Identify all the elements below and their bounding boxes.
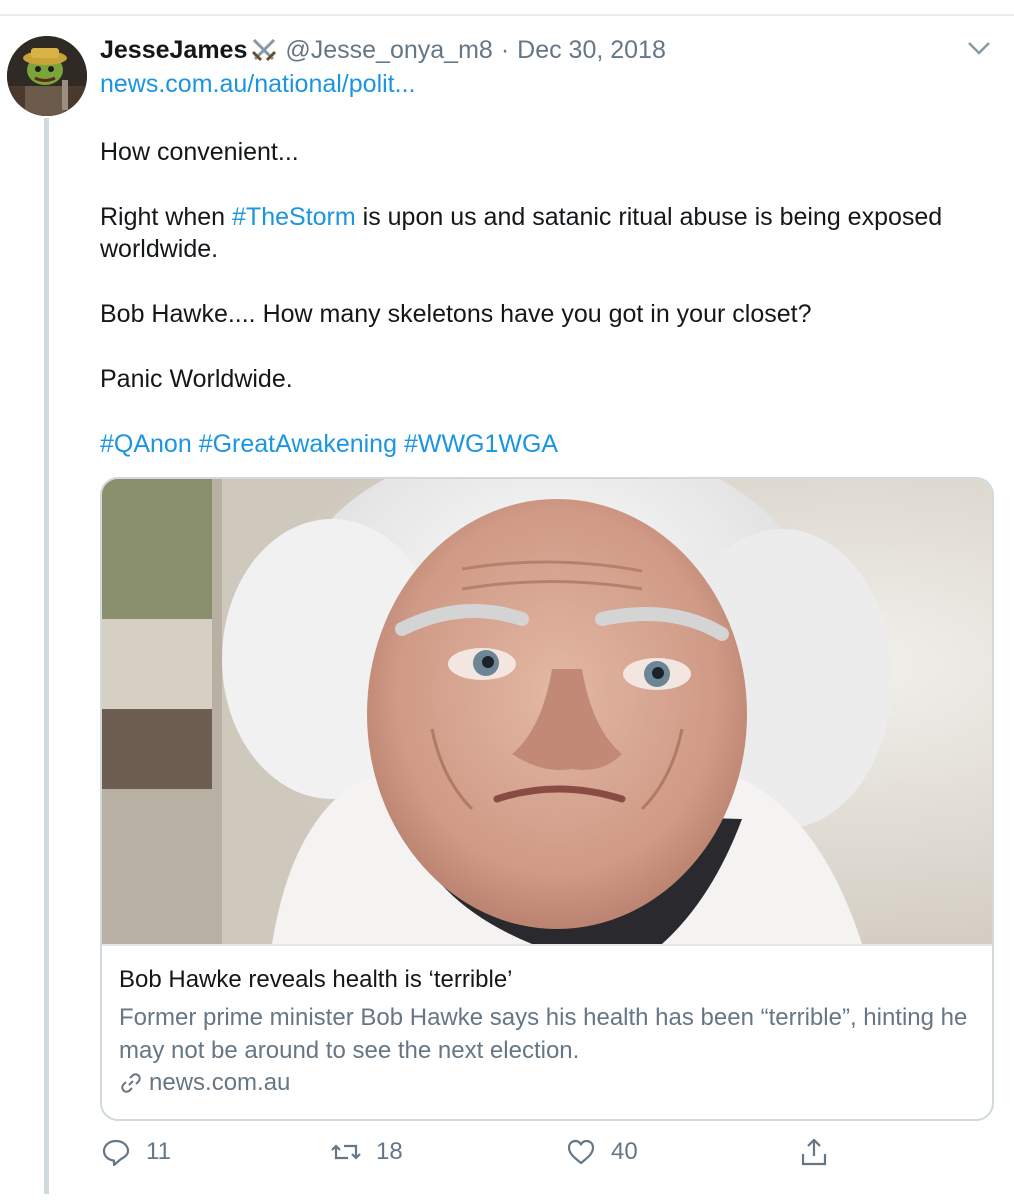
tweet-link[interactable]: news.com.au/national/polit... xyxy=(100,70,415,99)
tweet-body: How convenient... Right when #TheStorm i… xyxy=(100,136,980,493)
hashtag-link[interactable]: #QAnon xyxy=(100,430,192,458)
link-icon xyxy=(121,1073,141,1093)
tweet-paragraph: Bob Hawke.... How many skeletons have yo… xyxy=(100,300,812,328)
display-name[interactable]: JesseJames xyxy=(100,36,247,65)
top-divider xyxy=(0,14,1014,16)
share-icon xyxy=(801,1138,827,1166)
user-handle[interactable]: @Jesse_onya_m8 xyxy=(285,36,492,65)
retweet-icon xyxy=(331,1144,361,1160)
card-domain: news.com.au xyxy=(119,1069,290,1097)
chevron-down-icon[interactable] xyxy=(966,38,992,58)
tweet-header: JesseJames @Jesse_onya_m8 · Dec 30, 2018 xyxy=(100,30,666,70)
tweet-paragraph: How convenient... xyxy=(100,138,299,166)
reply-icon xyxy=(102,1139,130,1167)
avatar[interactable] xyxy=(7,36,87,116)
hashtag-line: #QAnon #GreatAwakening #WWG1WGA xyxy=(100,428,980,460)
hashtag-link[interactable]: #WWG1WGA xyxy=(404,430,558,458)
thread-line xyxy=(44,118,49,1194)
crossed-swords-icon xyxy=(252,38,277,62)
link-card[interactable]: Bob Hawke reveals health is ‘terrible’ F… xyxy=(100,477,994,1121)
like-count: 40 xyxy=(611,1138,638,1165)
card-divider xyxy=(102,944,992,946)
card-description: Former prime minister Bob Hawke says his… xyxy=(119,1004,968,1064)
text-segment: Right when xyxy=(100,203,233,231)
tweet-paragraph: Right when #TheStorm is upon us and sata… xyxy=(100,201,980,265)
card-image xyxy=(102,479,992,944)
tweet-actions: 11 18 40 xyxy=(100,1132,860,1172)
share-button[interactable] xyxy=(798,1132,830,1172)
separator-dot: · xyxy=(500,35,510,64)
reply-button[interactable]: 11 xyxy=(100,1132,171,1172)
like-button[interactable]: 40 xyxy=(565,1132,638,1172)
card-title[interactable]: Bob Hawke reveals health is ‘terrible’ xyxy=(119,966,513,994)
tweet-paragraph: Panic Worldwide. xyxy=(100,365,293,393)
tweet-date[interactable]: Dec 30, 2018 xyxy=(517,36,666,65)
retweet-count: 18 xyxy=(376,1138,403,1165)
avatar-image xyxy=(7,36,87,116)
hashtag-link[interactable]: #TheStorm xyxy=(232,203,356,231)
hashtag-link[interactable]: #GreatAwakening xyxy=(199,430,397,458)
reply-count: 11 xyxy=(146,1138,171,1165)
heart-icon xyxy=(567,1139,595,1165)
retweet-button[interactable]: 18 xyxy=(330,1132,403,1172)
card-domain-text: news.com.au xyxy=(149,1069,291,1096)
